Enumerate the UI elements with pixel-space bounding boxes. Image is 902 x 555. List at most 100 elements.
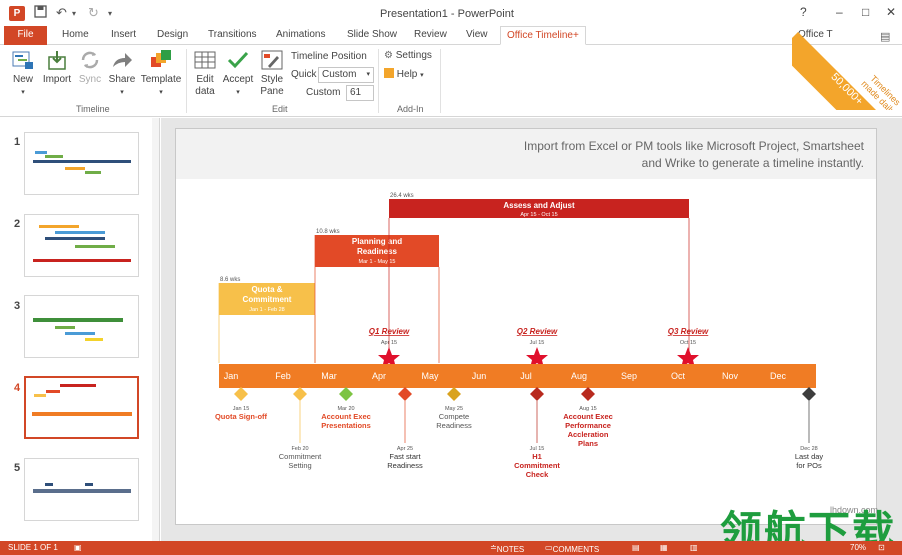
template-button[interactable]: Template ▾ bbox=[139, 49, 183, 99]
svg-text:Check: Check bbox=[526, 470, 549, 479]
svg-text:Quota Sign-off: Quota Sign-off bbox=[215, 412, 268, 421]
status-bar: SLIDE 1 OF 1 ▣ ≐ NOTES ▭ COMMENTS ▤ ▦ ▥ … bbox=[0, 541, 902, 555]
redo-icon[interactable]: ↻ bbox=[88, 5, 99, 21]
month-label: Jan bbox=[224, 371, 239, 381]
notes-button[interactable]: ≐ NOTES bbox=[490, 543, 524, 554]
group-divider bbox=[378, 49, 379, 113]
milestone[interactable]: Dec 28 Last day for POs bbox=[795, 387, 824, 470]
sync-button[interactable]: Sync bbox=[76, 49, 104, 86]
month-label: Sep bbox=[621, 371, 637, 381]
promo-corner-ribbon: 50,000+ Timelines made daily bbox=[792, 0, 902, 110]
review-q1[interactable]: Q1 Review Apr 15 bbox=[369, 327, 410, 368]
import-button[interactable]: Import bbox=[40, 49, 74, 86]
slide-sorter-icon[interactable]: ▦ bbox=[660, 543, 668, 552]
undo-icon[interactable]: ↶ bbox=[56, 5, 67, 21]
zoom-level[interactable]: 70% bbox=[850, 543, 866, 552]
slide-thumbnail-2[interactable] bbox=[24, 214, 139, 277]
month-label: Oct bbox=[671, 371, 686, 381]
edit-group-label: Edit bbox=[272, 104, 288, 114]
svg-text:Presentations: Presentations bbox=[321, 421, 371, 430]
month-label: Jun bbox=[472, 371, 487, 381]
ribbon: New ▾ Import Sync Share ▾ Template ▾ Timeli… bbox=[0, 45, 902, 117]
review-label: Q2 Review bbox=[517, 327, 558, 336]
task-title: Quota & bbox=[251, 285, 282, 294]
chevron-down-icon: ▾ bbox=[366, 71, 370, 78]
quick-position-select[interactable]: Custom ▾ bbox=[318, 67, 374, 83]
slide-number: 1 bbox=[14, 136, 21, 148]
slide-thumbnail-5[interactable] bbox=[24, 458, 139, 521]
template-icon bbox=[151, 50, 171, 67]
slide-number-active: 4 bbox=[14, 382, 21, 394]
task-dates: Mar 1 - May 15 bbox=[359, 259, 396, 265]
ribbon-tabs: File Home Insert Design Transitions Anim… bbox=[0, 26, 902, 45]
spellcheck-icon[interactable]: ▣ bbox=[74, 543, 82, 552]
svg-text:Readiness: Readiness bbox=[436, 421, 472, 430]
help-menu-button[interactable]: Help ▾ bbox=[384, 68, 424, 80]
tab-office-timeline[interactable]: Office Timeline+ bbox=[500, 26, 586, 45]
ribbon-options-icon[interactable]: ▤ bbox=[880, 30, 890, 43]
powerpoint-window: P ↶ ▾ ↻ ▾ Presentation1 - PowerPoint ? –… bbox=[0, 0, 902, 555]
milestone[interactable]: Mar 20 Account Exec Presentations bbox=[321, 387, 371, 430]
slide-canvas[interactable]: Import from Excel or PM tools like Micro… bbox=[175, 128, 877, 525]
custom-position-input[interactable]: 61 bbox=[346, 85, 374, 101]
milestone[interactable]: Aug 15 Account Exec Performance Acclerat… bbox=[563, 387, 613, 448]
undo-dropdown-icon[interactable]: ▾ bbox=[72, 9, 76, 18]
settings-button[interactable]: ⚙ Settings bbox=[384, 50, 432, 61]
milestone[interactable]: Apr 25 Fast start Readiness bbox=[387, 387, 423, 470]
svg-text:Fast start: Fast start bbox=[389, 452, 421, 461]
svg-text:Readiness: Readiness bbox=[387, 461, 423, 470]
comments-button[interactable]: ▭ COMMENTS bbox=[545, 543, 599, 554]
gear-icon: ⚙ bbox=[384, 50, 393, 61]
milestone[interactable]: Feb 20 Commitment Setting bbox=[279, 387, 322, 470]
review-q3[interactable]: Q3 Review Oct 15 bbox=[668, 327, 709, 368]
table-icon bbox=[194, 51, 216, 69]
slide-thumbnail-3[interactable] bbox=[24, 295, 139, 358]
group-divider bbox=[440, 49, 441, 113]
thumbnails-scrollbar[interactable] bbox=[152, 118, 159, 541]
month-label: Nov bbox=[722, 371, 739, 381]
accept-button[interactable]: Accept ▾ bbox=[222, 49, 254, 99]
milestone[interactable]: Jul 15 H1 Commitment Check bbox=[514, 387, 560, 479]
timeline-graphic: 8.6 wks Quota & Commitment Jan 1 - Feb 2… bbox=[215, 193, 824, 479]
style-pane-button[interactable]: Style Pane bbox=[258, 49, 286, 98]
milestone[interactable]: Jan 15 Quota Sign-off bbox=[215, 387, 268, 421]
svg-text:Performance: Performance bbox=[565, 421, 611, 430]
task-assess[interactable]: 26.4 wks Assess and Adjust Apr 15 - Oct … bbox=[388, 193, 690, 363]
tab-slide-show[interactable]: Slide Show bbox=[341, 26, 403, 45]
customize-qat-icon[interactable]: ▾ bbox=[108, 9, 112, 18]
share-arrow-icon bbox=[113, 53, 132, 67]
task-duration: 26.4 wks bbox=[390, 193, 414, 199]
month-label: Jul bbox=[520, 371, 532, 381]
review-q2[interactable]: Q2 Review Jul 15 bbox=[517, 327, 558, 368]
month-label: Feb bbox=[275, 371, 291, 381]
title-bar: P ↶ ▾ ↻ ▾ Presentation1 - PowerPoint ? –… bbox=[0, 0, 902, 26]
svg-text:Compete: Compete bbox=[439, 412, 469, 421]
edit-data-button[interactable]: Edit data bbox=[192, 49, 218, 98]
milestone[interactable]: May 25 Compete Readiness bbox=[436, 387, 472, 430]
slide-thumbnail-1[interactable] bbox=[24, 132, 139, 195]
svg-text:H1: H1 bbox=[532, 452, 542, 461]
task-planning[interactable]: 10.8 wks Planning and Readiness Mar 1 - … bbox=[314, 229, 440, 363]
normal-view-icon[interactable]: ▤ bbox=[632, 543, 640, 552]
new-button[interactable]: New ▾ bbox=[8, 49, 38, 99]
tab-transitions[interactable]: Transitions bbox=[202, 26, 263, 45]
tab-review[interactable]: Review bbox=[408, 26, 453, 45]
tab-home[interactable]: Home bbox=[56, 26, 95, 45]
slide-number: 5 bbox=[14, 462, 21, 474]
task-quota[interactable]: 8.6 wks Quota & Commitment Jan 1 - Feb 2… bbox=[218, 277, 316, 363]
addin-group-label: Add-In bbox=[397, 104, 424, 114]
tab-view[interactable]: View bbox=[460, 26, 494, 45]
tab-insert[interactable]: Insert bbox=[105, 26, 142, 45]
reading-view-icon[interactable]: ▥ bbox=[690, 543, 698, 552]
tab-file[interactable]: File bbox=[4, 26, 47, 45]
tab-design[interactable]: Design bbox=[151, 26, 194, 45]
task-dates: Apr 15 - Oct 15 bbox=[520, 212, 557, 218]
slide-thumbnail-4[interactable] bbox=[24, 376, 139, 439]
svg-text:for POs: for POs bbox=[796, 461, 822, 470]
svg-text:Account Exec: Account Exec bbox=[563, 412, 613, 421]
save-icon[interactable] bbox=[34, 5, 47, 21]
share-button[interactable]: Share ▾ bbox=[107, 49, 137, 99]
slide-count: SLIDE 1 OF 1 bbox=[8, 543, 58, 552]
tab-animations[interactable]: Animations bbox=[270, 26, 331, 45]
fit-slide-icon[interactable]: ⊡ bbox=[878, 543, 885, 552]
